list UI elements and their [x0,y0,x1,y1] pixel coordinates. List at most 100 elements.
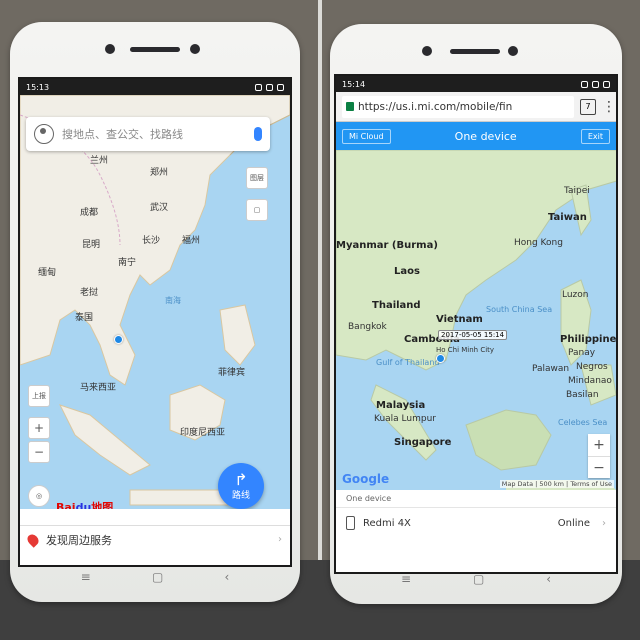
route-button[interactable]: ↱ 路线 [218,463,264,509]
map-label: Malaysia [376,400,426,411]
search-placeholder: 搜地点、查公交、找路线 [62,128,183,141]
map-label: 缅甸 [38,268,57,278]
map-label: Celebes Sea [558,418,608,427]
map-label: 菲律宾 [218,368,246,378]
photo-divider [318,0,322,640]
map-label: 福州 [182,236,201,246]
map-label: Vietnam [436,314,483,325]
map-label: Thailand [372,300,421,311]
signal-icon [592,80,599,88]
map-label: 老挝 [80,288,99,298]
map-data-link[interactable]: Map Data [502,480,533,488]
status-bar: 15:13 [20,79,290,95]
tab-switcher-button[interactable]: 7 [580,98,596,115]
logo-text-map: 地图 [91,501,114,509]
map-label: Panay [568,348,596,358]
baidu-map[interactable]: 兰州 郑州 成都 武汉 昆明 长沙 福州 南宁 缅甸 老挝 泰国 南海 马来西亚… [20,95,290,509]
map-label: Basilan [566,390,599,400]
url-bar[interactable]: https://us.i.mi.com/mobile/fin [342,95,574,118]
report-button[interactable]: 上报 [28,385,50,407]
map-label: Mindanao [568,376,612,386]
front-camera [105,44,115,54]
map-label: Ho Chi Minh City [436,346,495,354]
report-label: 上报 [32,392,46,400]
status-time: 15:13 [26,82,50,92]
back-icon[interactable]: ‹ [546,572,551,586]
device-status: Online [557,517,590,529]
map-label: Luzon [562,290,589,300]
map-label: 昆明 [82,240,101,250]
home-icon[interactable]: ▢ [152,570,163,584]
map-label: Myanmar (Burma) [336,240,438,251]
map-label: Taiwan [548,212,587,223]
terms-link[interactable]: Terms of Use [570,480,612,488]
microphone-icon[interactable] [254,127,262,141]
map-label: 兰州 [90,156,109,166]
menu-icon[interactable]: ≡ [401,572,411,586]
zoom-in-button[interactable]: + [588,434,610,456]
hardware-nav: ≡ ▢ ‹ [10,570,300,584]
map-label: Bangkok [348,322,387,332]
home-icon[interactable]: ▢ [473,572,484,586]
map-label: Palawan [532,364,570,374]
phone-icon [346,516,355,530]
locate-button[interactable]: ◎ [28,485,50,507]
zoom-out-button[interactable]: − [28,441,50,463]
google-map[interactable]: Taipei Taiwan Hong Kong Myanmar (Burma) … [336,150,616,490]
layers-button[interactable]: 图层 [246,167,268,189]
mi-cloud-button[interactable]: Mi Cloud [342,128,391,144]
left-screen: 15:13 兰州 郑州 成都 武汉 昆明 长沙 福州 南宁 缅甸 老挝 泰国 南… [18,77,292,567]
device-location-marker[interactable] [436,354,445,363]
avatar-icon[interactable] [34,124,54,144]
battery-icon [603,80,610,88]
device-panel: One device Redmi 4X Online › [336,490,616,538]
right-screen: 15:14 https://us.i.mi.com/mobile/fin 7 ⋮… [334,74,618,574]
status-bar: 15:14 [336,76,616,92]
sensor [190,44,200,54]
zoom-out-button[interactable]: − [588,456,610,478]
map-scale: 500 km [539,480,564,488]
map-label: 武汉 [150,203,169,213]
map-label: Taipei [564,186,590,196]
panorama-button[interactable]: ▢ [246,199,268,221]
earpiece-speaker [450,49,500,54]
page-title: One device [454,129,517,143]
zoom-control: + − [588,434,610,478]
baidu-logo: Baidu地图 [56,499,113,509]
map-label: Gulf of Thailand [376,358,440,367]
route-arrow-icon: ↱ [234,469,248,489]
right-phone: 15:14 https://us.i.mi.com/mobile/fin 7 ⋮… [330,24,622,604]
device-row[interactable]: Redmi 4X Online › [336,508,616,538]
map-label: Laos [394,266,420,277]
map-label: 长沙 [142,236,161,246]
wifi-icon [266,83,273,91]
browser-toolbar: https://us.i.mi.com/mobile/fin 7 ⋮ [336,92,616,122]
map-landmass [20,95,290,506]
kebab-menu-icon[interactable]: ⋮ [602,99,616,115]
chevron-right-icon: › [602,517,606,529]
back-icon[interactable]: ‹ [225,570,230,584]
map-label: 泰国 [75,313,94,323]
map-footer: Map Data | 500 km | Terms of Use [499,480,614,488]
map-label: Negros [576,362,608,372]
earpiece-speaker [130,47,180,52]
route-label: 路线 [231,490,250,501]
exit-button[interactable]: Exit [580,128,610,144]
zoom-in-button[interactable]: + [28,417,50,439]
map-label: Singapore [394,437,452,448]
map-label: 郑州 [150,168,169,178]
sensor [508,46,518,56]
alarm-icon [255,83,262,91]
map-label: Kuala Lumpur [374,414,436,424]
map-label: 南宁 [118,258,137,268]
nearby-services-bar[interactable]: 发现周边服务 › [20,525,290,553]
map-search-box[interactable]: 搜地点、查公交、找路线 [26,117,270,151]
status-time: 15:14 [342,79,366,89]
menu-icon[interactable]: ≡ [81,570,91,584]
map-label: 南海 [165,296,181,305]
logo-text-du: du [75,501,92,509]
mi-cloud-header: Mi Cloud One device Exit [336,122,616,150]
logo-text-bai: Bai [56,501,76,509]
battery-icon [277,83,284,91]
device-name: Redmi 4X [363,517,411,529]
